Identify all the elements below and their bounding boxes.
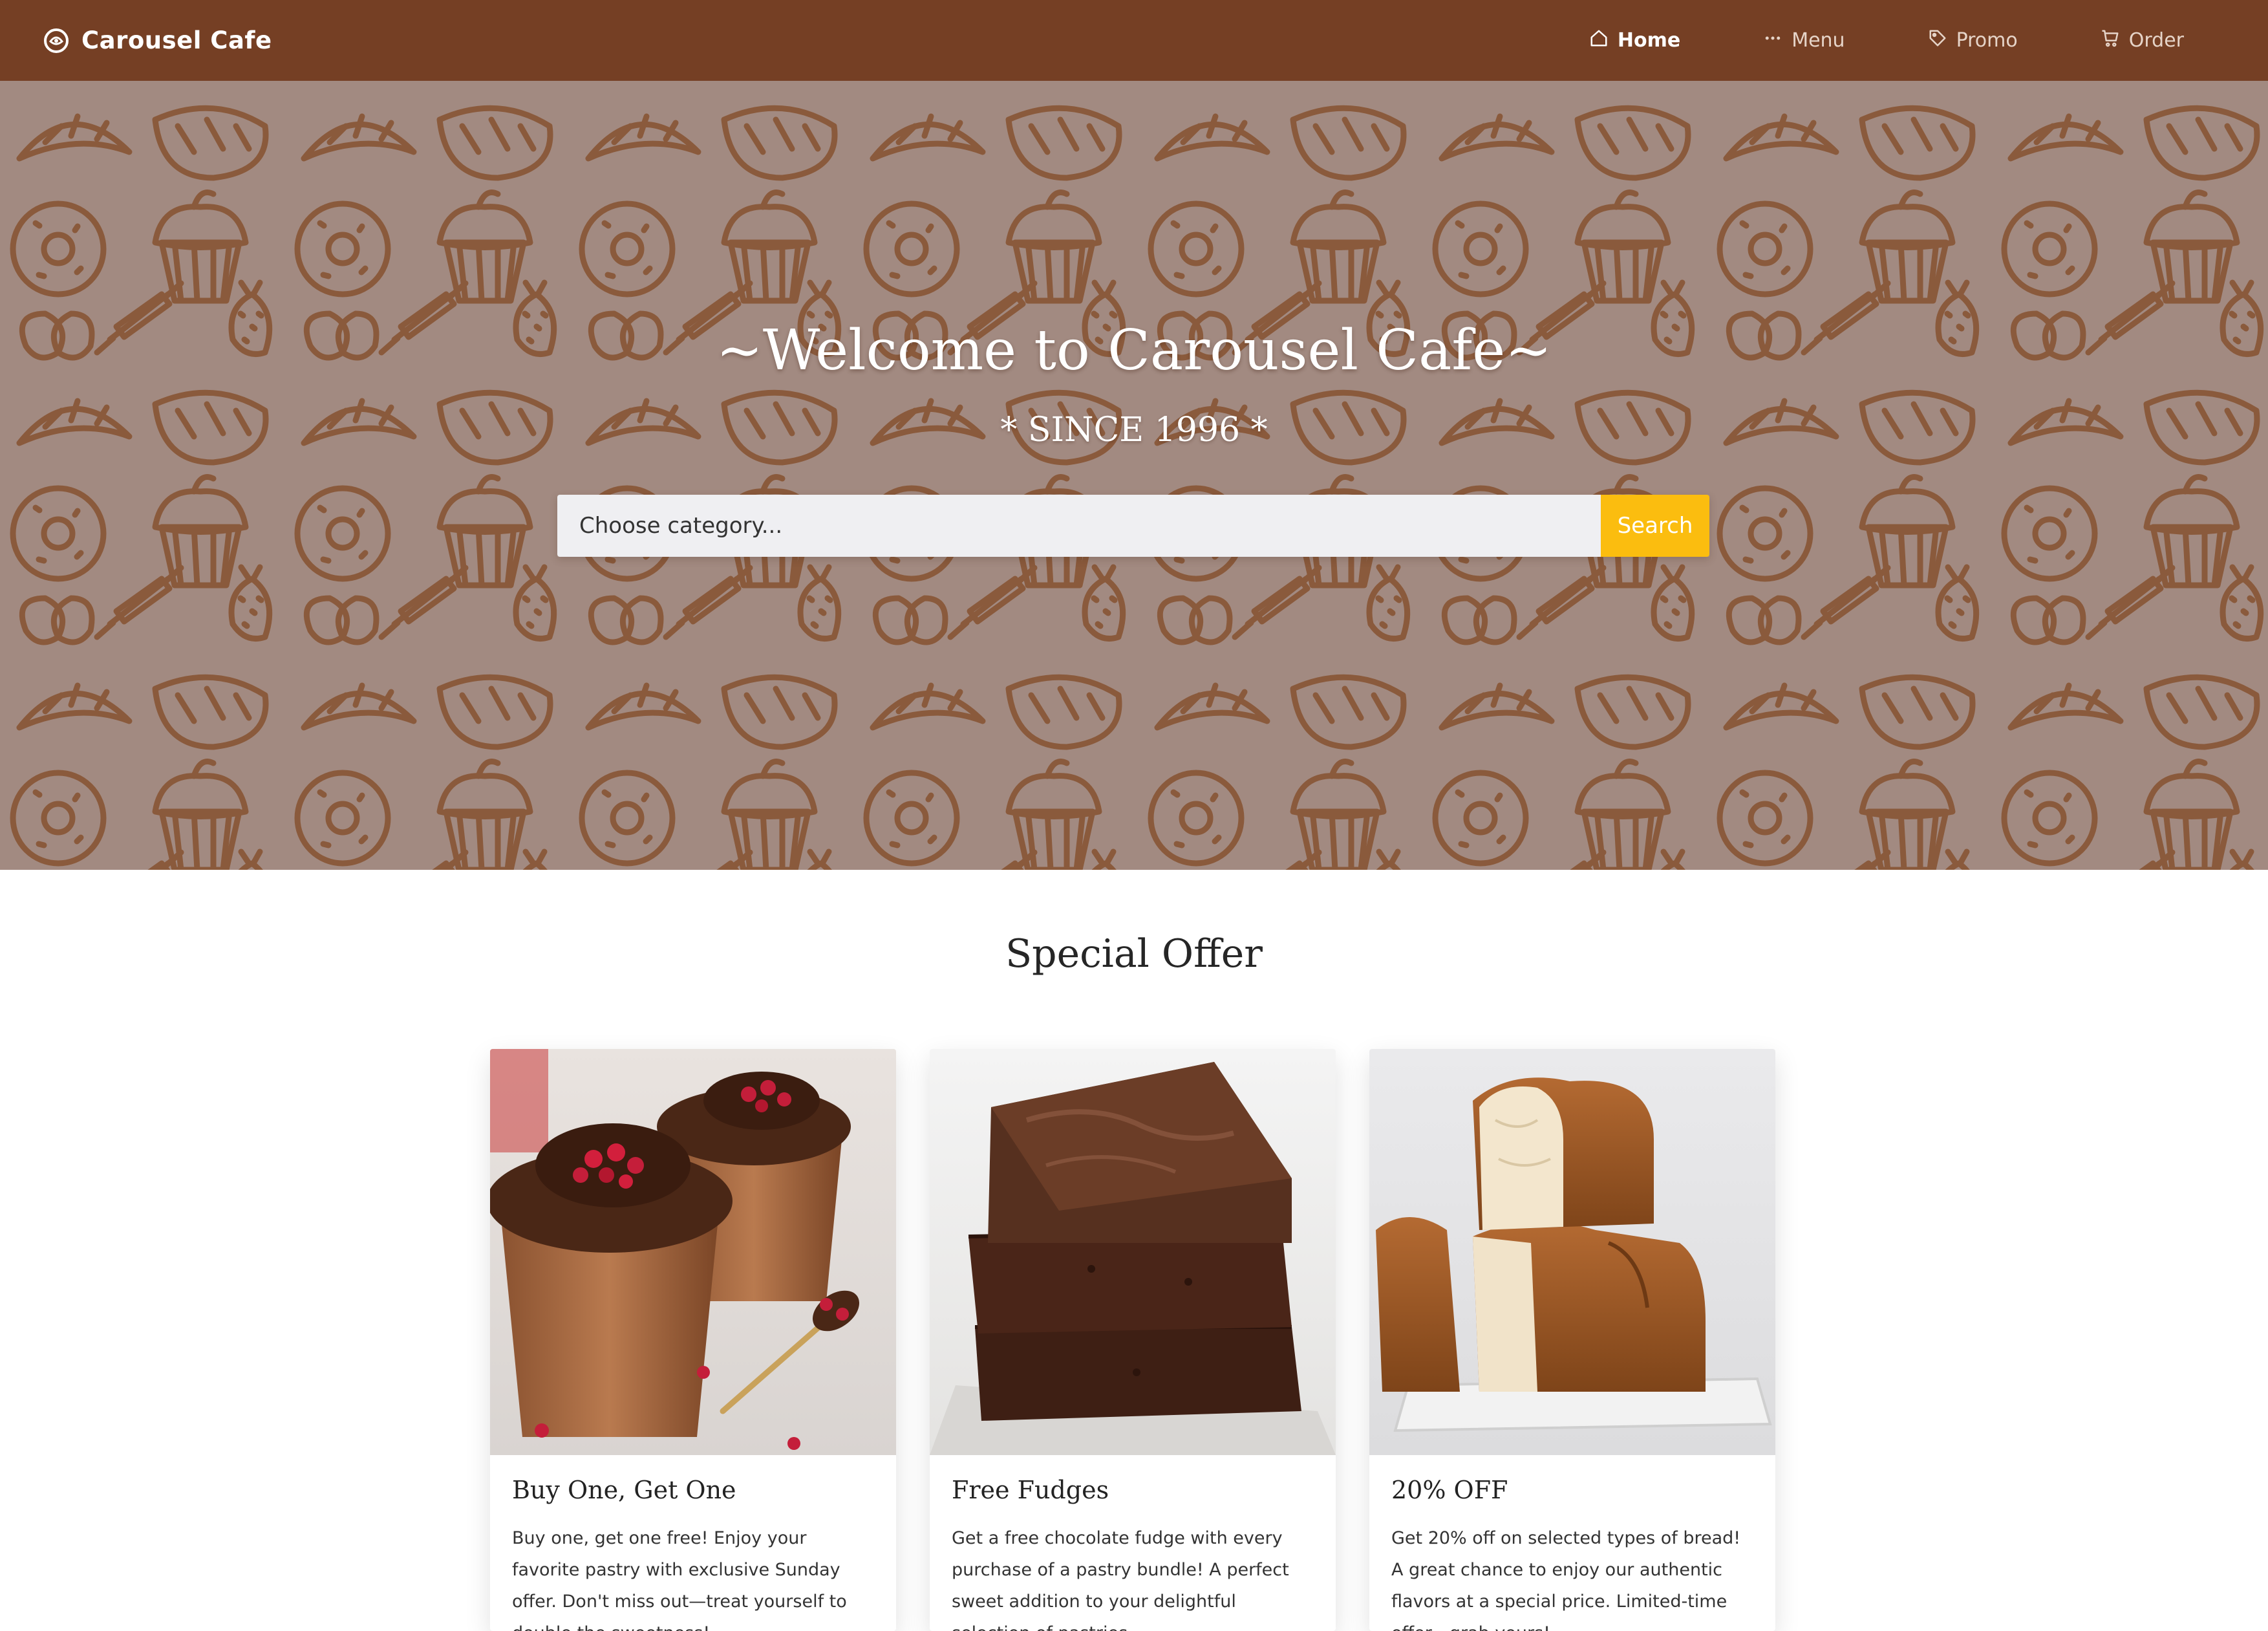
card-body: Buy One, Get One Buy one, get one free! … bbox=[490, 1455, 896, 1631]
card-title: Free Fudges bbox=[952, 1476, 1109, 1504]
category-search-bar: Search bbox=[557, 495, 1709, 557]
nav-links: Home Menu Promo Order bbox=[1506, 0, 2184, 81]
nav-item-label: Promo bbox=[1956, 29, 2018, 52]
card-text: Get 20% off on selected types of bread! … bbox=[1391, 1528, 1741, 1631]
category-search-input[interactable] bbox=[557, 495, 1601, 557]
hero-banner: ~Welcome to Carousel Cafe~ * SINCE 1996 … bbox=[0, 81, 2268, 870]
more-dots-icon bbox=[1763, 28, 1782, 53]
brand-name: Carousel Cafe bbox=[81, 27, 272, 54]
offer-card[interactable]: 20% OFF Get 20% off on selected types of… bbox=[1369, 1049, 1775, 1631]
navbar: Carousel Cafe Home Menu Promo Order bbox=[0, 0, 2268, 81]
card-body: Free Fudges Get a free chocolate fudge w… bbox=[930, 1455, 1336, 1631]
nav-item-label: Home bbox=[1617, 29, 1681, 52]
offer-cards: Buy One, Get One Buy one, get one free! … bbox=[490, 1049, 1775, 1631]
nav-item-promo[interactable]: Promo bbox=[1928, 28, 2018, 53]
chocolate-mousse-cups-image bbox=[490, 1049, 896, 1455]
cart-icon bbox=[2101, 28, 2120, 53]
nav-item-label: Menu bbox=[1792, 29, 1845, 52]
stacked-brownies-image bbox=[930, 1049, 1336, 1455]
card-title: Buy One, Get One bbox=[512, 1476, 736, 1504]
nav-item-label: Order bbox=[2128, 29, 2184, 52]
nav-item-menu[interactable]: Menu bbox=[1763, 28, 1845, 53]
cafe-logo-icon bbox=[43, 27, 70, 54]
nav-item-home[interactable]: Home bbox=[1589, 28, 1680, 53]
hero-title: ~Welcome to Carousel Cafe~ bbox=[716, 318, 1552, 383]
milk-bread-loaves-image bbox=[1369, 1049, 1775, 1455]
card-text: Buy one, get one free! Enjoy your favori… bbox=[512, 1528, 847, 1631]
offer-card[interactable]: Free Fudges Get a free chocolate fudge w… bbox=[930, 1049, 1336, 1631]
card-body: 20% OFF Get 20% off on selected types of… bbox=[1369, 1455, 1775, 1631]
home-icon bbox=[1589, 28, 1609, 53]
special-offer-title: Special Offer bbox=[1005, 931, 1263, 977]
search-button[interactable]: Search bbox=[1601, 495, 1709, 557]
brand-link[interactable]: Carousel Cafe bbox=[43, 27, 272, 54]
nav-item-order[interactable]: Order bbox=[2101, 28, 2184, 53]
tag-icon bbox=[1928, 28, 1947, 53]
hero-subtitle: * SINCE 1996 * bbox=[1000, 411, 1268, 449]
offer-card[interactable]: Buy One, Get One Buy one, get one free! … bbox=[490, 1049, 896, 1631]
card-text: Get a free chocolate fudge with every pu… bbox=[952, 1528, 1289, 1631]
bakery-pattern-background bbox=[0, 81, 2268, 870]
card-title: 20% OFF bbox=[1391, 1476, 1508, 1504]
